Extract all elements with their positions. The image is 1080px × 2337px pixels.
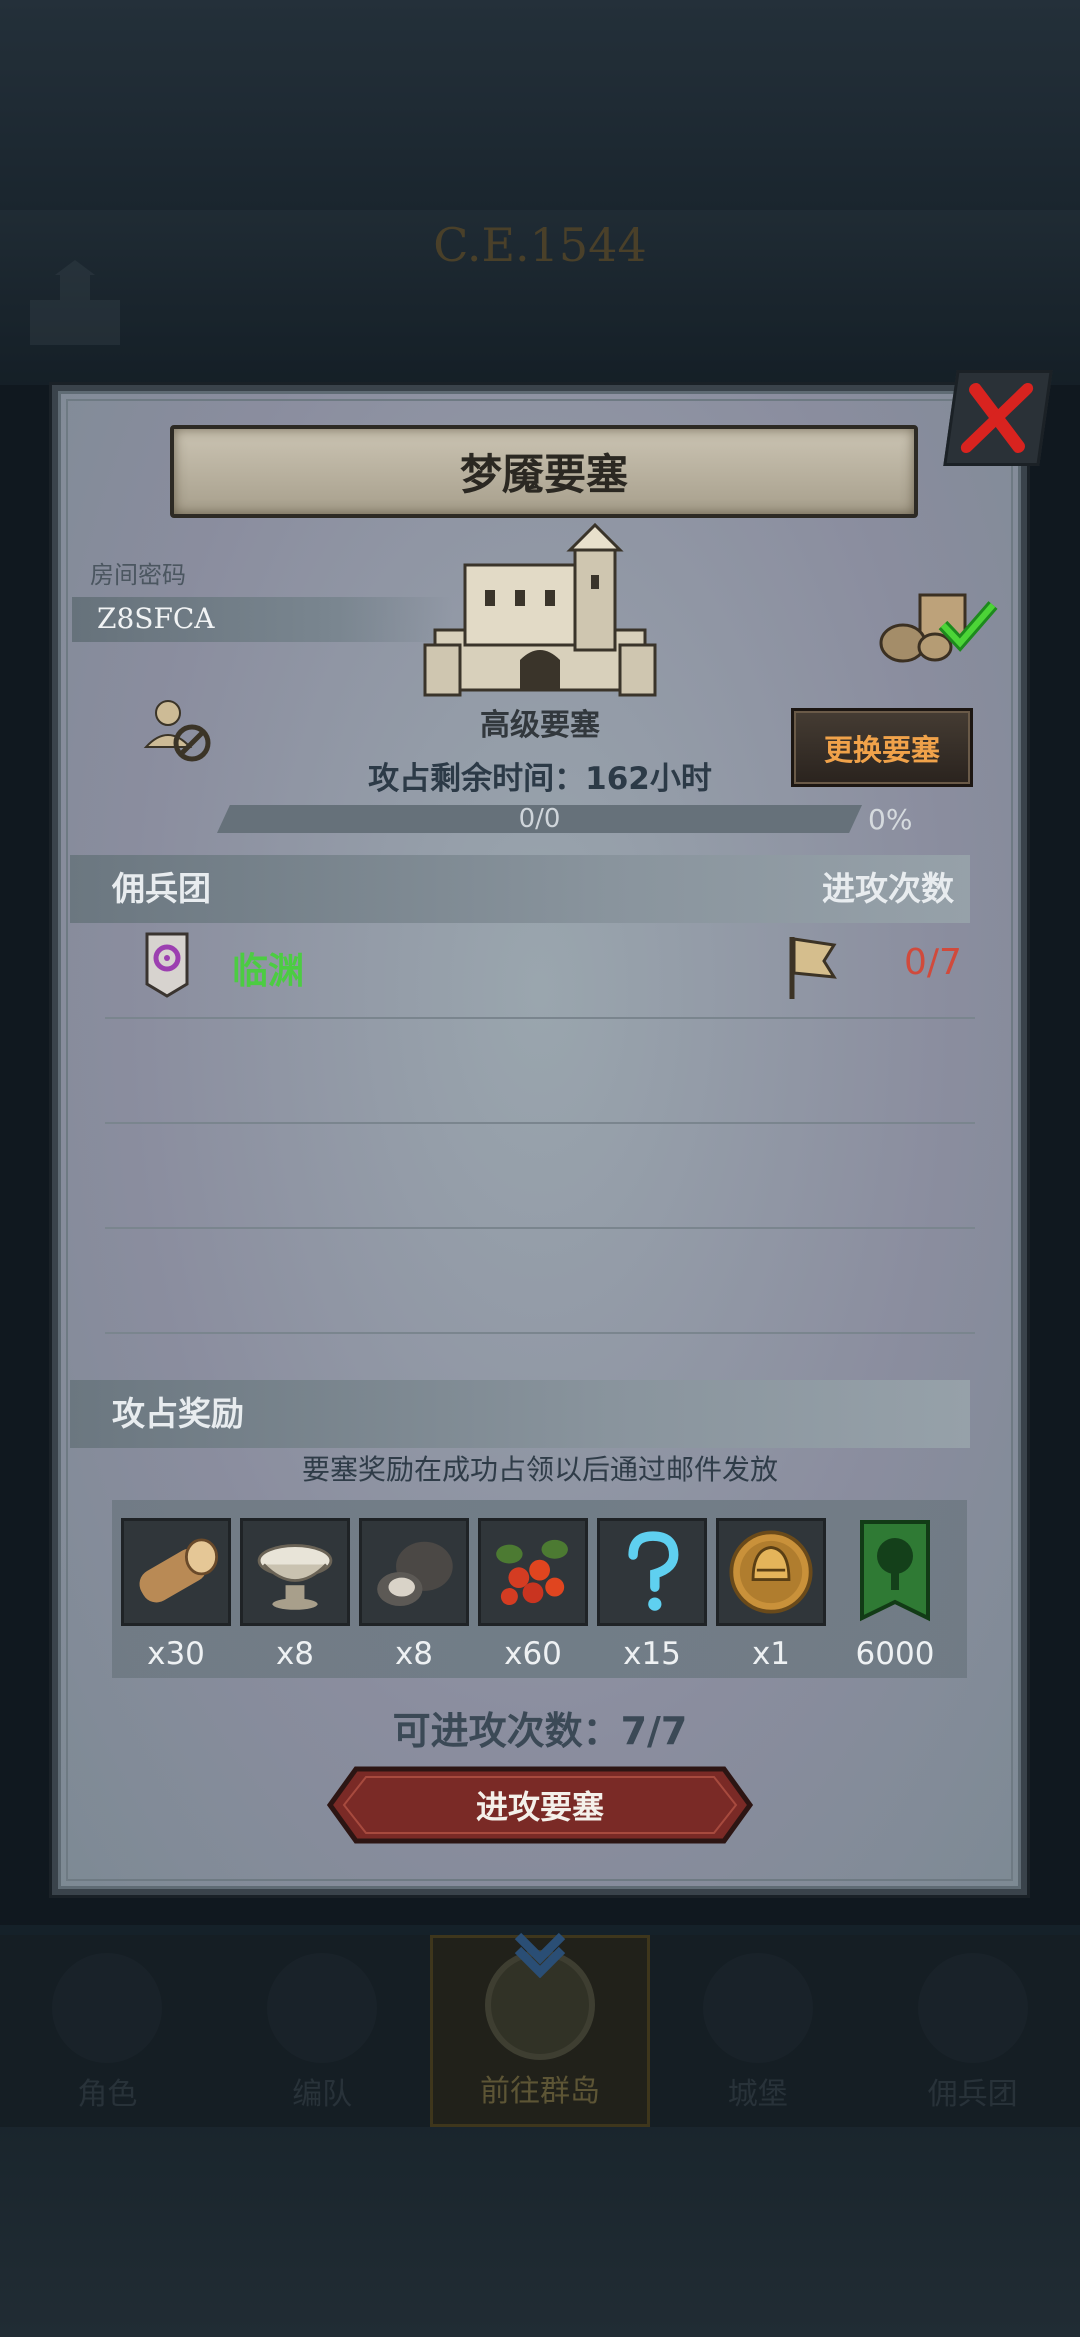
reward-item[interactable]: 6000: [840, 1518, 950, 1672]
flag-icon: [789, 937, 837, 999]
change-fortress-label: 更换要塞: [823, 732, 940, 767]
mystery-question-icon: [597, 1518, 707, 1626]
reward-qty: x8: [394, 1636, 434, 1672]
fortress-castle-icon: [423, 522, 657, 697]
reward-qty: x60: [504, 1636, 562, 1672]
red-berries-icon: [478, 1518, 588, 1626]
room-code-label: 房间密码: [90, 561, 186, 589]
row-divider: [105, 1332, 975, 1334]
reward-item[interactable]: x15: [597, 1518, 707, 1672]
mercenary-section-title: 佣兵团: [112, 869, 211, 908]
row-divider: [105, 1227, 975, 1229]
capture-progress-percent: 0%: [868, 803, 913, 836]
loot-claimed-icon[interactable]: [875, 585, 1000, 665]
gold-helmet-medal-icon: [716, 1518, 826, 1626]
reward-section-title: 攻占奖励: [112, 1394, 244, 1433]
wood-log-icon: [121, 1518, 231, 1626]
guild-attack-count: 0/7: [904, 942, 962, 983]
guild-emblem-icon: [145, 932, 189, 998]
no-user-icon[interactable]: [140, 695, 215, 765]
capture-progress-text: 0/0: [518, 804, 561, 834]
change-fortress-button[interactable]: 更换要塞: [791, 708, 973, 787]
reward-item[interactable]: x8: [359, 1518, 469, 1672]
reward-item[interactable]: x8: [240, 1518, 350, 1672]
reward-item[interactable]: x30: [121, 1518, 231, 1672]
tree-banner-icon: [860, 1520, 930, 1622]
dialog-title-banner: 梦魇要塞: [170, 425, 918, 518]
reward-qty: x15: [623, 1636, 681, 1672]
room-code[interactable]: Z8SFCA: [97, 602, 215, 635]
attacks-available: 可进攻次数：7/7: [392, 1709, 688, 1753]
silver-bowl-icon: [240, 1518, 350, 1626]
ore-stone-icon: [359, 1518, 469, 1626]
row-divider: [105, 1017, 975, 1019]
guild-name[interactable]: 临渊: [232, 942, 304, 994]
close-button[interactable]: [943, 370, 1053, 466]
reward-qty: x8: [275, 1636, 315, 1672]
reward-item[interactable]: x60: [478, 1518, 588, 1672]
close-icon: [960, 383, 1034, 453]
reward-qty: x1: [751, 1636, 791, 1672]
row-divider: [105, 1122, 975, 1124]
reward-note: 要塞奖励在成功占领以后通过邮件发放: [301, 1453, 778, 1486]
reward-qty: x30: [147, 1636, 205, 1672]
attack-fortress-label: 进攻要塞: [475, 1788, 604, 1826]
reward-qty: 6000: [855, 1636, 935, 1672]
reward-item[interactable]: x1: [716, 1518, 826, 1672]
attack-count-header: 进攻次数: [822, 869, 954, 908]
dialog-title: 梦魇要塞: [459, 450, 628, 499]
